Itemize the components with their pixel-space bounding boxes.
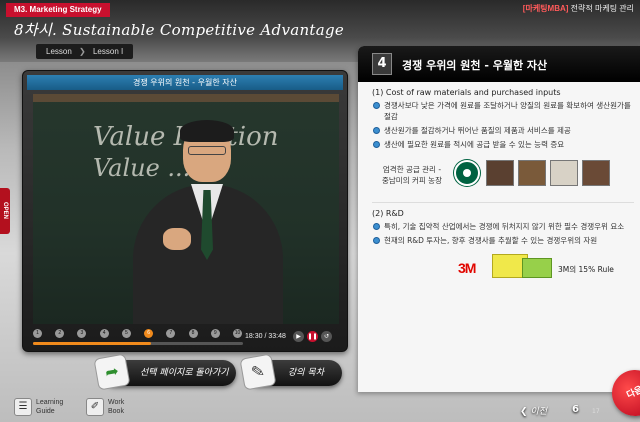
bullet-icon — [373, 141, 380, 148]
page-navigation: ❮ 이전 6 17 다음 — [520, 362, 640, 422]
chapter-marker-9[interactable]: 9 — [210, 329, 220, 338]
replay-icon[interactable]: ↺ — [321, 331, 332, 342]
section-number: 4 — [372, 53, 392, 75]
chevron-left-icon: ❮ — [520, 407, 528, 417]
notes-button[interactable]: ✎ 강의 목차 — [239, 353, 342, 391]
return-to-selected-page-button[interactable]: ➦ 선택 페이지로 돌아가기 — [93, 353, 236, 391]
bullet-icon — [373, 223, 380, 230]
program-tag: [마케팅MBA] 전략적 마케팅 관리 — [523, 3, 634, 14]
next-label: 다음 — [625, 384, 640, 402]
part1-bullet-1: 경쟁사보다 낮은 가격에 원료를 조달하거나 양질의 원료를 확보하여 생산원가… — [372, 100, 634, 122]
section-divider — [372, 202, 634, 203]
part1-bullet-3-text: 생산에 필요한 원료를 적시에 공급 받을 수 있는 능력 증요 — [384, 140, 565, 149]
open-side-tab[interactable]: OPEN — [0, 188, 10, 234]
chapter-marker-3[interactable]: 3 — [77, 329, 87, 338]
time-readout: 18:30 / 33:48 — [245, 333, 286, 340]
3m-logo: 3M — [458, 260, 476, 276]
part2-bullet-2-text: 현재의 R&D 투자는, 향후 경쟁사를 추월할 수 있는 경쟁우위의 자원 — [384, 236, 598, 245]
bullet-icon — [373, 127, 380, 134]
chapter-marker-7[interactable]: 7 — [166, 329, 176, 338]
play-icon[interactable]: ▶ — [293, 331, 304, 342]
module-tag: M3. Marketing Strategy — [6, 3, 110, 17]
chapter-marker-2[interactable]: 2 — [55, 329, 65, 338]
learning-guide-icon: ☰ — [14, 398, 32, 416]
part2-heading: (2) R&D — [372, 209, 404, 218]
section-title: 경쟁 우위의 원천 - 우월한 자산 — [402, 59, 548, 72]
presenter-hair — [180, 120, 234, 142]
supply-chain-row: 엄격한 공급 관리 - 중남미의 커피 농장 — [372, 156, 634, 196]
post-it-green-image — [522, 258, 552, 278]
breadcrumb-item-lesson[interactable]: Lesson — [46, 47, 72, 56]
chapter-marker-1[interactable]: 1 — [33, 329, 42, 338]
work-book-icon: ✐ — [86, 398, 104, 416]
prev-label: 이전 — [530, 407, 547, 417]
part1-heading: (1) Cost of raw materials and purchased … — [372, 88, 561, 97]
part2-bullet-1: 특히, 기술 집약적 산업에서는 경쟁에 뒤처지지 않기 위한 필수 경쟁우위 … — [372, 221, 634, 232]
bullet-icon — [373, 237, 380, 244]
program-prefix: [마케팅MBA] — [522, 4, 569, 13]
progress-fill — [33, 342, 151, 345]
content-header: 4 경쟁 우위의 원천 - 우월한 자산 — [358, 46, 640, 82]
rule-label: 3M의 15% Rule — [558, 265, 614, 274]
total-pages: 17 — [592, 408, 600, 415]
coffee-roast-photo — [582, 160, 610, 186]
coffee-cup-photo — [550, 160, 578, 186]
part1-bullet-1-text: 경쟁사보다 낮은 가격에 원료를 조달하거나 양질의 원료를 확보하여 생산원가… — [384, 101, 631, 121]
return-button-label: 선택 페이지로 돌아가기 — [140, 368, 229, 378]
content-body: (1) Cost of raw materials and purchased … — [372, 88, 634, 284]
return-arrow-icon: ➦ — [93, 353, 131, 391]
current-page: 6 — [572, 404, 579, 415]
chapter-marker-6[interactable]: 6 — [144, 329, 154, 338]
prev-button[interactable]: ❮ 이전 — [520, 404, 547, 417]
coffee-beans-photo — [518, 160, 546, 186]
content-panel: 4 경쟁 우위의 원천 - 우월한 자산 (1) Cost of raw mat… — [358, 46, 640, 392]
chalk-text-2: Value ... — [93, 154, 191, 182]
part1-bullet-2: 생산원가를 절감하거나 뛰어난 품질의 제품과 서비스를 제공 — [372, 125, 634, 136]
bullet-icon — [373, 102, 380, 109]
rd-example-row: 3M 3M의 15% Rule — [372, 254, 634, 284]
chapter-marker-5[interactable]: 5 — [121, 329, 131, 338]
pause-icon[interactable]: ❚❚ — [307, 331, 318, 342]
learning-guide-link[interactable]: ☰ Learning Guide — [14, 398, 72, 416]
video-player: 경쟁 우위의 원천 - 우월한 자산 Value Position Value … — [22, 70, 348, 352]
notepad-icon: ✎ — [239, 353, 277, 391]
supply-label-line-2: 중남미의 커피 농장 — [382, 176, 442, 185]
chapter-marker-10[interactable]: 10 — [233, 329, 242, 338]
work-book-link[interactable]: ✐ Work Book — [86, 398, 136, 416]
supply-label-line-1: 엄격한 공급 관리 - — [382, 165, 442, 174]
learning-guide-label: Learning Guide — [36, 399, 64, 415]
part1-bullet-3: 생산에 필요한 원료를 적시에 공급 받을 수 있는 능력 증요 — [372, 139, 634, 150]
supply-label: 엄격한 공급 관리 - 중남미의 커피 농장 — [382, 164, 442, 186]
lesson-title: 8차시. Sustainable Competitive Advantage — [14, 21, 345, 39]
part1-bullet-2-text: 생산원가를 절감하거나 뛰어난 품질의 제품과 서비스를 제공 — [384, 126, 571, 135]
coffee-farm-photo — [486, 160, 514, 186]
starbucks-logo-icon — [454, 160, 480, 186]
chapter-timeline[interactable]: 1 2 3 4 5 6 7 8 9 10 — [33, 329, 243, 347]
presenter-hand — [163, 228, 191, 250]
progress-track[interactable] — [33, 342, 243, 345]
chalkboard-frame — [33, 94, 339, 102]
breadcrumb-separator-icon: ❯ — [79, 47, 86, 56]
breadcrumb: Lesson ❯ Lesson I — [36, 44, 134, 59]
chapter-marker-4[interactable]: 4 — [99, 329, 109, 338]
part2-bullet-1-text: 특히, 기술 집약적 산업에서는 경쟁에 뒤처지지 않기 위한 필수 경쟁우위 … — [384, 222, 625, 231]
player-title: 경쟁 우위의 원천 - 우월한 자산 — [27, 75, 343, 90]
notes-button-label: 강의 목차 — [288, 368, 324, 378]
program-name: 전략적 마케팅 관리 — [570, 4, 634, 13]
breadcrumb-item-lesson-i[interactable]: Lesson I — [93, 47, 123, 56]
presenter-glasses — [188, 146, 226, 155]
part2-bullet-2: 현재의 R&D 투자는, 향후 경쟁사를 추월할 수 있는 경쟁우위의 자원 — [372, 235, 634, 246]
chapter-marker-8[interactable]: 8 — [188, 329, 198, 338]
work-book-label: Work Book — [108, 399, 125, 415]
lecture-video[interactable]: Value Position Value ... — [33, 94, 339, 324]
